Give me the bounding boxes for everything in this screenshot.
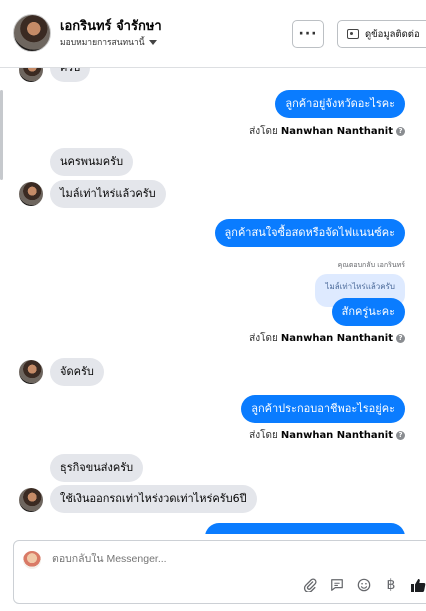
sent-by-row: ส่งโดย Nanwhan Nanthanit ?: [249, 428, 405, 443]
contact-avatar-small: [19, 182, 43, 206]
incoming-message: ธุรกิจขนส่งครับ: [50, 454, 144, 482]
incoming-message: นครพนมครับ: [50, 148, 134, 176]
attachment-icon[interactable]: [302, 577, 318, 593]
reply-context-label: คุณตอบกลับ เอกรินทร์: [337, 261, 405, 269]
incoming-message: จัดครับ: [50, 358, 104, 386]
sent-by-row: ส่งโดย Nanwhan Nanthanit ?: [249, 124, 405, 139]
contact-name[interactable]: เอกรินทร์ จำรักษา: [60, 15, 162, 36]
help-icon[interactable]: ?: [396, 127, 405, 136]
outgoing-message: ลูกค้าประกอบอาชีพอะไรอยู่คะ: [241, 395, 405, 423]
emoji-icon[interactable]: [356, 577, 372, 593]
saved-reply-icon[interactable]: [329, 577, 345, 593]
contact-avatar[interactable]: [13, 14, 51, 52]
contact-avatar-small: [19, 360, 43, 384]
contact-avatar-small: [19, 488, 43, 512]
contact-avatar-small: [19, 68, 43, 82]
assign-conversation-label: มอบหมายการสนทนานี้: [60, 38, 145, 48]
outgoing-message: สักครู่นะคะ: [331, 298, 405, 326]
reply-composer: ฿: [13, 540, 426, 604]
chevron-down-icon: [148, 39, 157, 45]
outgoing-message: ลูกค้าสนใจซื้อสดหรือจัดไฟแนนซ์คะ: [214, 219, 405, 247]
sender-name: Nanwhan Nanthanit: [280, 126, 393, 137]
view-contact-label: ดูข้อมูลติดต่อ: [365, 28, 420, 40]
sent-by-label: ส่งโดย: [249, 333, 278, 344]
payment-icon[interactable]: ฿: [383, 577, 399, 593]
outgoing-message: ลูกค้าอยู่จังหวัดอะไรคะ: [275, 90, 405, 118]
help-icon[interactable]: ?: [396, 334, 405, 343]
more-options-label: ···: [298, 26, 318, 42]
page-avatar: [23, 551, 41, 569]
reply-input[interactable]: [52, 553, 352, 565]
message-thread[interactable]: ครับ ลูกค้าอยู่จังหวัดอะไรคะ ส่งโดย Nanw…: [0, 68, 426, 534]
conversation-header: เอกรินทร์ จำรักษา มอบหมายการสนทนานี้ ···…: [0, 0, 426, 68]
more-options-button[interactable]: ···: [292, 20, 324, 48]
sender-name: Nanwhan Nanthanit: [280, 430, 393, 441]
outgoing-message-partial: [205, 523, 405, 534]
contact-card-icon: [347, 29, 359, 39]
incoming-message: ใช้เงินออกรถเท่าไหร่งวดเท่าไหร่ครับ6ปี: [50, 485, 257, 513]
incoming-message: ไมล์เท่าไหร่แล้วครับ: [50, 180, 166, 208]
like-icon[interactable]: [410, 577, 426, 593]
assign-conversation-dropdown[interactable]: มอบหมายการสนทนานี้: [60, 35, 157, 49]
sent-by-row: ส่งโดย Nanwhan Nanthanit ?: [249, 331, 405, 346]
help-icon[interactable]: ?: [396, 431, 405, 440]
composer-toolbar: ฿: [302, 577, 426, 593]
sent-by-label: ส่งโดย: [249, 126, 278, 137]
sent-by-label: ส่งโดย: [249, 430, 278, 441]
incoming-message: ครับ: [50, 68, 91, 82]
sender-name: Nanwhan Nanthanit: [280, 333, 393, 344]
view-contact-button[interactable]: ดูข้อมูลติดต่อ: [337, 20, 426, 48]
